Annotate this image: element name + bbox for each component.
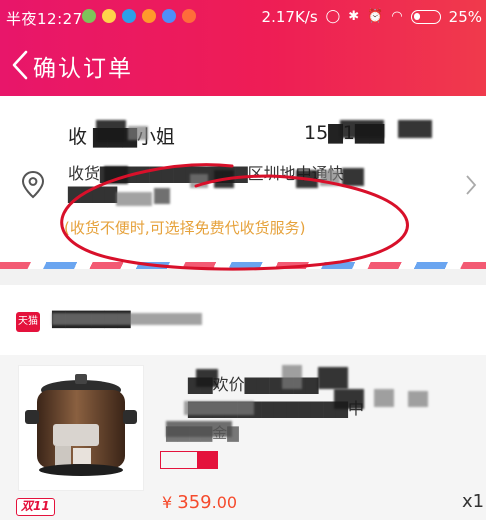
sync-icon: ◯: [325, 9, 341, 24]
status-right: 2.17K/s ◯ ✱ ⏰ ◠ 25%: [262, 8, 482, 26]
app-notification-icon: [182, 9, 196, 23]
back-button[interactable]: [4, 44, 36, 86]
status-time: 半夜12:27: [6, 10, 83, 28]
chevron-right-icon: [466, 175, 477, 195]
redaction-block: [340, 120, 384, 138]
location-pin-icon: [21, 170, 45, 199]
tmall-logo-icon: 天猫: [16, 312, 40, 332]
envelope-border: [0, 262, 486, 269]
alarm-icon: ⏰: [367, 9, 384, 24]
redaction-block: [318, 367, 348, 389]
nav-bar: 确认订单: [0, 34, 486, 96]
promo-tag: [160, 451, 218, 469]
shop-card: 天猫 ▇▇▇▇▇▇: [0, 285, 486, 520]
battery-icon: [410, 10, 441, 24]
redaction-block: [116, 192, 152, 206]
shop-header[interactable]: 天猫 ▇▇▇▇▇▇: [0, 285, 486, 355]
redaction-block: [96, 120, 126, 142]
price-integer: 359: [177, 492, 212, 513]
redaction-block: [282, 365, 302, 389]
network-speed: 2.17K/s: [261, 8, 318, 26]
redaction-block: [214, 170, 234, 188]
product-price: ¥ 359.00: [162, 492, 237, 513]
battery-percent: 25%: [448, 8, 482, 26]
redaction-block: [320, 170, 340, 186]
app-notification-icon: [82, 9, 96, 23]
double11-badge: 双11: [16, 498, 55, 516]
redaction-block: [196, 369, 218, 387]
redaction-block: [184, 401, 254, 415]
redaction-block: [154, 188, 170, 204]
product-image: [18, 365, 144, 491]
address-line-2: ▇▇▇▇: [68, 184, 118, 203]
redaction-block: [296, 170, 318, 188]
redaction-block: [398, 120, 432, 138]
redaction-block: [408, 391, 428, 407]
app-notification-icon: [142, 9, 156, 23]
redaction-block: [342, 168, 364, 186]
redaction-block: [104, 166, 128, 184]
product-quantity: x1: [462, 491, 485, 512]
redaction-block: [190, 174, 208, 188]
page-title: 确认订单: [33, 56, 133, 82]
bluetooth-icon: ✱: [348, 9, 360, 24]
price-decimal: .00: [211, 493, 238, 512]
app-notification-icon: [102, 9, 116, 23]
address-card[interactable]: 收 ▇▇▇小姐 15▇1▇▇ 收货▇▇▇▇▇▇▇▇▇▇▇▇区圳地中通快 ▇▇▇▇…: [0, 96, 486, 262]
wifi-icon: ◠: [391, 9, 403, 24]
redaction-block: [374, 389, 394, 407]
app-notification-icon: [122, 9, 136, 23]
chevron-left-icon: [12, 50, 28, 80]
redaction-block: [52, 313, 202, 325]
app-notification-icon: [162, 9, 176, 23]
pressure-cooker-image: [25, 374, 137, 476]
redaction-block: [128, 126, 148, 140]
delivery-service-note[interactable]: (收货不便时,可选择免费代收货服务): [64, 217, 305, 238]
notification-icons: [82, 9, 196, 23]
product-row[interactable]: 双11 ▇▇欢价▇▇▇▇▇▇ ▇▇▇▇▇▇▇▇▇▇▇▇▇中 ▇▇▇▇金▇ ¥ 3…: [0, 355, 486, 520]
price-symbol: ¥: [162, 493, 173, 512]
redaction-block: [334, 389, 364, 409]
status-bar: 半夜12:27 2.17K/s ◯ ✱ ⏰ ◠ 25%: [0, 0, 486, 34]
redaction-block: [166, 421, 232, 437]
